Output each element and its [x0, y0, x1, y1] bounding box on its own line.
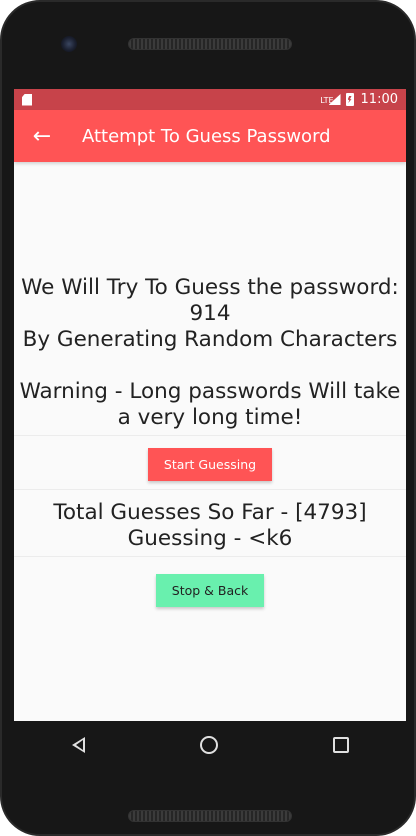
camera-icon: [61, 36, 77, 52]
sim-card-icon: [22, 93, 32, 106]
status-bar: LTE 11:00: [14, 89, 406, 110]
divider: [14, 489, 406, 490]
main-content: We Will Try To Guess the password: 914 B…: [14, 275, 406, 607]
method-line: By Generating Random Characters: [22, 327, 398, 352]
app-bar: ← Attempt To Guess Password: [14, 110, 406, 162]
warning-line-2: a very long time!: [117, 405, 303, 430]
divider: [14, 435, 406, 436]
start-guessing-button[interactable]: Start Guessing: [147, 448, 273, 481]
speaker-grille: [128, 38, 292, 50]
navigation-bar: [14, 721, 406, 769]
warning-line-1: Warning - Long passwords Will take: [19, 379, 401, 404]
battery-charging-icon: [345, 93, 354, 106]
intro-line: We Will Try To Guess the password:: [21, 275, 399, 300]
arrow-left-icon[interactable]: ←: [14, 110, 70, 162]
bottom-speaker-grille: [128, 810, 292, 822]
status-time: 11:00: [360, 92, 398, 107]
nav-home-icon[interactable]: [199, 736, 218, 754]
target-password: 914: [189, 301, 231, 326]
nav-back-icon[interactable]: [71, 737, 85, 753]
nav-recents-icon[interactable]: [332, 737, 349, 753]
stop-and-back-button[interactable]: Stop & Back: [155, 574, 265, 607]
divider: [14, 556, 406, 557]
total-guesses: Total Guesses So Far - [4793]: [53, 500, 367, 525]
guess-progress: Total Guesses So Far - [4793] Guessing -…: [14, 500, 406, 552]
page-title: Attempt To Guess Password: [82, 125, 331, 147]
phone-frame: LTE 11:00 ← Attempt To Guess Password We…: [0, 0, 416, 836]
screen: LTE 11:00 ← Attempt To Guess Password We…: [14, 89, 406, 721]
current-guess: Guessing - <k6: [127, 526, 293, 551]
instructions-text: We Will Try To Guess the password: 914 B…: [14, 275, 406, 431]
lte-signal-icon: LTE: [320, 94, 341, 105]
